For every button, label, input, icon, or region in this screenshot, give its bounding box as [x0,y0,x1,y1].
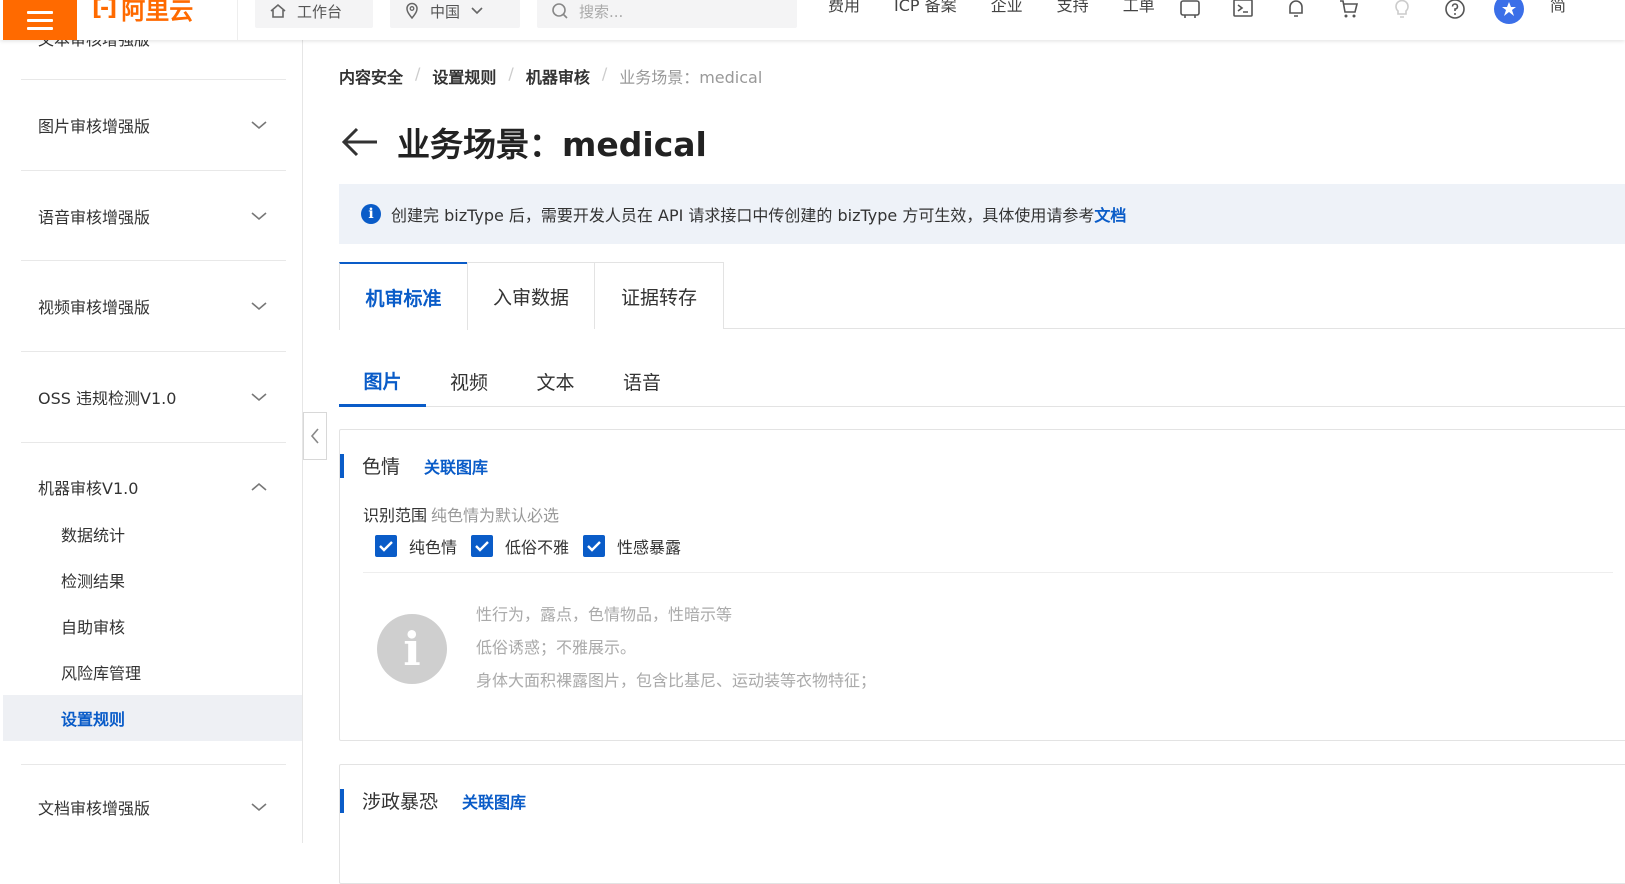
sidebar-group-machine-review[interactable]: 机器审核V1.0 [3,467,302,507]
breadcrumb: 内容安全 / 设置规则 / 机器审核 / 业务场景：medical [339,64,763,88]
user-icon [1502,2,1516,16]
sidebar-group-oss[interactable]: OSS 违规检测V1.0 [3,377,302,417]
nav-enterprise[interactable]: 企业 [991,0,1023,16]
chevron-left-icon [310,428,319,444]
app-icon[interactable] [1176,0,1204,23]
chevron-down-icon [471,7,483,15]
info-large-icon: i [377,614,447,684]
porn-rule-card: 色情 关联图库 识别范围 纯色情为默认必选 纯色情 低俗不雅 性感暴露 i 性行为… [339,429,1625,741]
chevron-up-icon [251,482,267,491]
check-icon [375,535,397,557]
sidebar-item-detection-results[interactable]: 检测结果 [3,557,302,603]
sidebar-item-risk-library[interactable]: 风险库管理 [3,649,302,695]
tab-evidence-storage[interactable]: 证据转存 [594,262,724,329]
avatar[interactable] [1494,0,1524,24]
scope-hint: 纯色情为默认必选 [431,506,560,525]
doc-link[interactable]: 文档 [1094,206,1126,225]
link-gallery-button[interactable]: 关联图库 [424,454,488,478]
tab-voice[interactable]: 语音 [599,356,685,407]
logo[interactable]: [-] 阿里云 [92,0,193,28]
bell-icon[interactable] [1282,0,1310,23]
chevron-down-icon [251,803,267,812]
sidebar-item-text-enhanced[interactable]: 文本审核增强版 [38,40,150,50]
secondary-tabs: 图片 视频 文本 语音 [339,356,1625,407]
hamburger-icon [27,10,53,14]
primary-tabs: 机审标准 入审数据 证据转存 [339,262,1625,330]
breadcrumb-set-rules[interactable]: 设置规则 [432,64,496,88]
title-row: 业务场景：medical [339,118,707,166]
region-selector[interactable]: 中国 [390,0,520,28]
breadcrumb-current: 业务场景：medical [619,68,763,87]
home-icon [270,3,286,18]
logo-text: 阿里云 [121,0,194,25]
nav-icp[interactable]: ICP 备案 [894,0,957,16]
checkbox-vulgar[interactable]: 低俗不雅 [471,534,569,558]
checkbox-pure-porn[interactable]: 纯色情 [375,534,457,558]
tab-video[interactable]: 视频 [426,356,512,407]
sidebar-group-document-enhanced[interactable]: 文档审核增强版 [3,787,302,827]
politics-terror-rule-card: 涉政暴恐 关联图库 [339,764,1625,884]
location-icon [406,2,418,20]
lightbulb-icon[interactable] [1388,0,1416,23]
logo-mark: [-] [92,0,117,21]
info-icon: i [361,204,381,224]
link-gallery-button[interactable]: 关联图库 [462,789,526,813]
chevron-down-icon [251,121,267,130]
search-icon [552,3,568,19]
scope-label: 识别范围 纯色情为默认必选 [363,506,560,525]
search-input[interactable]: 搜索... [537,0,797,28]
breadcrumb-machine-review[interactable]: 机器审核 [526,64,590,88]
scope-checkboxes: 纯色情 低俗不雅 性感暴露 [375,534,695,558]
sidebar: 文本审核增强版 图片审核增强版 语音审核增强版 视频审核增强版 OSS 违规检测… [3,40,303,843]
tab-machine-standard[interactable]: 机审标准 [339,262,468,330]
rule-description: 性行为，露点，色情物品，性暗示等 低俗诱惑；不雅展示。 身体大面积裸露图片，包含… [476,605,877,690]
menu-button[interactable] [3,0,77,40]
nav-fees[interactable]: 费用 [828,0,860,16]
checkbox-sexy-exposure[interactable]: 性感暴露 [583,534,681,558]
cart-icon[interactable] [1335,0,1363,23]
breadcrumb-content-security[interactable]: 内容安全 [339,64,403,88]
sidebar-group-image-enhanced[interactable]: 图片审核增强版 [3,105,302,145]
back-arrow-icon[interactable] [339,125,379,159]
card-title: 色情 [362,456,401,478]
sidebar-group-video-enhanced[interactable]: 视频审核增强版 [3,286,302,326]
card-title: 涉政暴恐 [362,791,439,813]
tab-image[interactable]: 图片 [339,356,426,407]
check-icon [471,535,494,557]
tab-text[interactable]: 文本 [512,356,599,407]
top-nav: 费用 ICP 备案 企业 支持 工单 [828,0,1189,16]
tab-input-data[interactable]: 入审数据 [467,262,595,329]
chevron-down-icon [251,212,267,221]
sidebar-collapse-button[interactable] [303,412,327,460]
language-switch[interactable]: 简 [1550,0,1566,16]
page-title: 业务场景：medical [397,125,707,164]
chevron-down-icon [251,302,267,311]
sidebar-group-voice-enhanced[interactable]: 语音审核增强版 [3,196,302,236]
top-icons [1176,0,1544,24]
notice-text: 创建完 bizType 后，需要开发人员在 API 请求接口中传创建的 bizT… [391,206,1127,225]
nav-ticket[interactable]: 工单 [1123,0,1155,16]
workbench-button[interactable]: 工作台 [255,0,373,28]
chevron-down-icon [251,393,267,402]
sidebar-item-set-rules[interactable]: 设置规则 [3,695,302,741]
check-icon [583,535,606,557]
sidebar-item-data-stats[interactable]: 数据统计 [3,511,302,557]
info-notice: i 创建完 bizType 后，需要开发人员在 API 请求接口中传创建的 bi… [339,184,1625,244]
nav-support[interactable]: 支持 [1057,0,1089,16]
top-bar: [-] 阿里云 工作台 中国 搜索... 费用 ICP 备案 企业 支持 工单 … [0,0,1625,40]
terminal-icon[interactable] [1229,0,1257,23]
sidebar-item-self-review[interactable]: 自助审核 [3,603,302,649]
help-icon[interactable] [1441,0,1469,23]
main-content: 内容安全 / 设置规则 / 机器审核 / 业务场景：medical 业务场景：m… [339,40,1625,884]
